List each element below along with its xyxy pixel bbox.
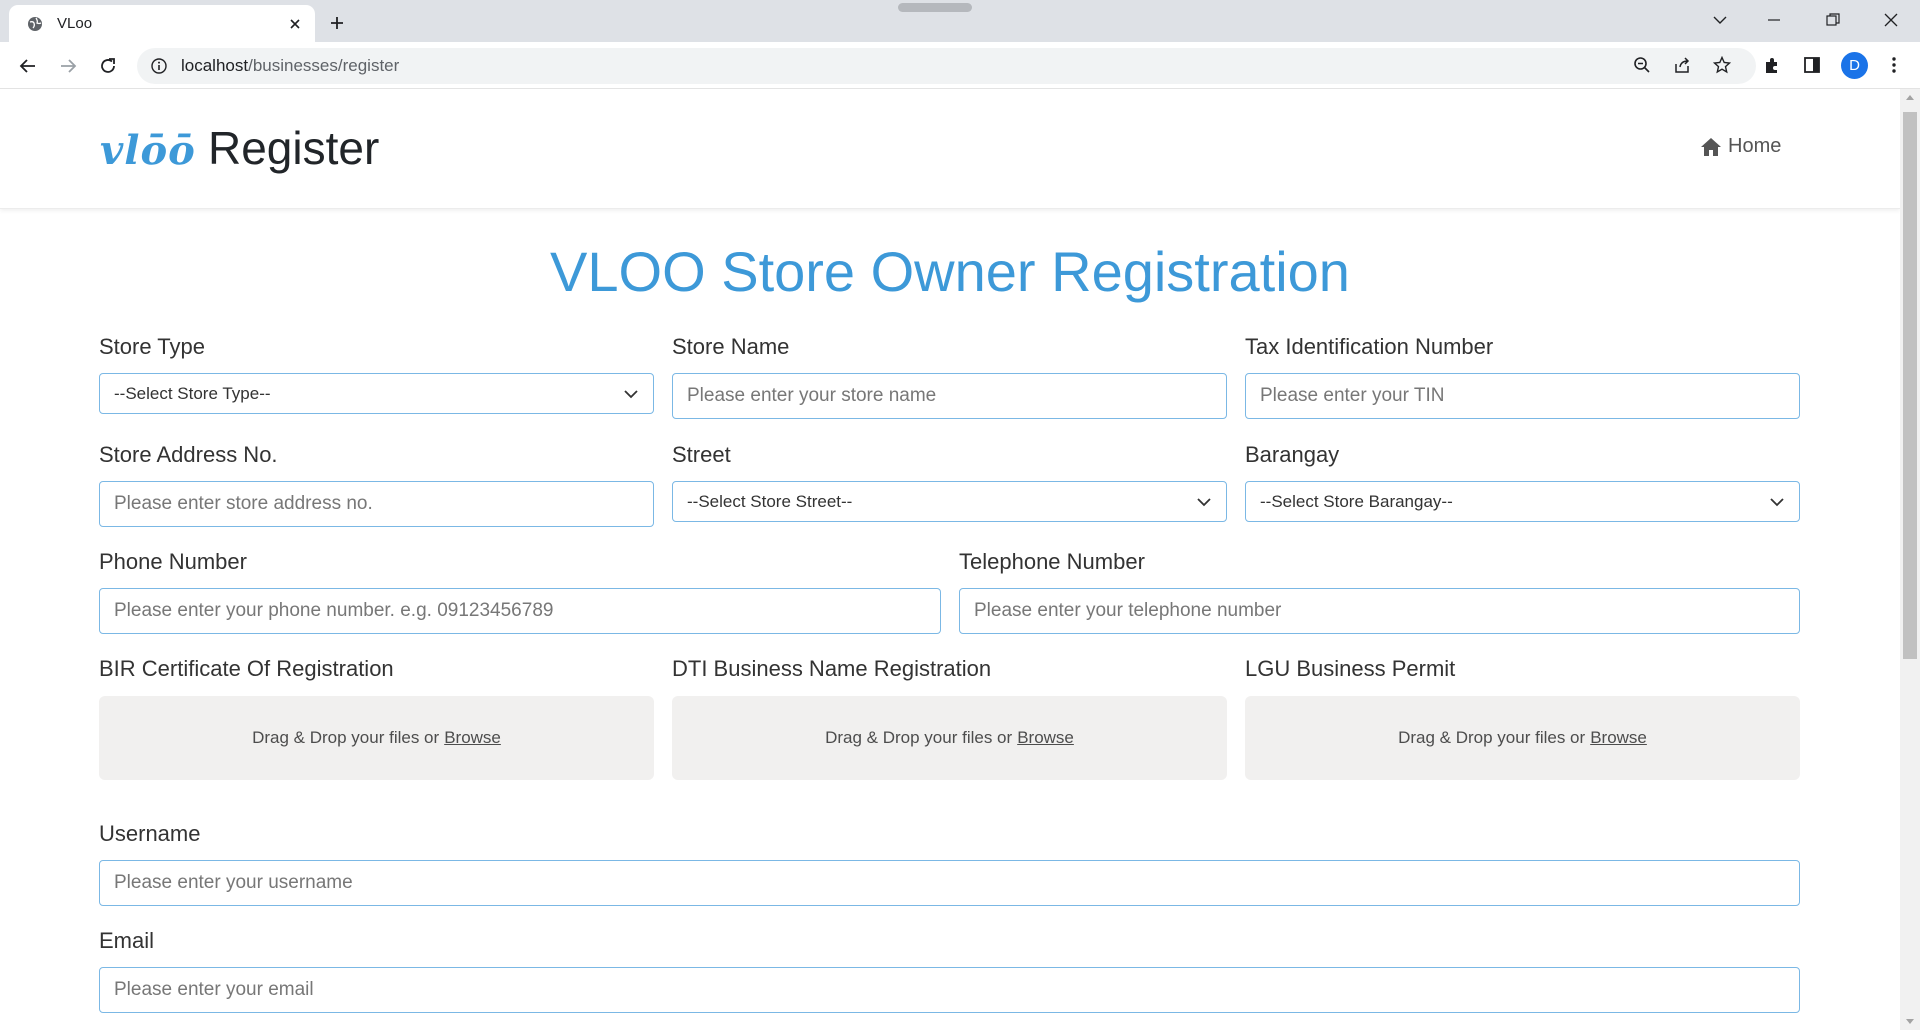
window-drag-handle[interactable] bbox=[898, 3, 972, 12]
page-scrollbar[interactable] bbox=[1900, 89, 1920, 1030]
dti-dropzone[interactable]: Drag & Drop your files or Browse bbox=[672, 696, 1227, 780]
lgu-dropzone[interactable]: Drag & Drop your files or Browse bbox=[1245, 696, 1800, 780]
barangay-selected: --Select Store Barangay-- bbox=[1260, 491, 1453, 511]
dropzone-text: Drag & Drop your files or bbox=[252, 728, 440, 747]
chevron-down-icon bbox=[624, 390, 638, 399]
back-icon[interactable] bbox=[12, 50, 44, 82]
store-type-selected: --Select Store Type-- bbox=[114, 383, 271, 403]
chevron-down-icon[interactable] bbox=[1697, 0, 1743, 40]
site-logo[interactable]: vlōō bbox=[100, 127, 196, 174]
home-label: Home bbox=[1728, 135, 1782, 157]
street-select[interactable]: --Select Store Street-- bbox=[672, 481, 1227, 522]
tin-input[interactable]: Please enter your TIN bbox=[1245, 373, 1800, 419]
username-input[interactable]: Please enter your username bbox=[99, 860, 1800, 906]
phone-label: Phone Number bbox=[99, 549, 247, 574]
dti-label: DTI Business Name Registration bbox=[672, 656, 992, 681]
info-icon[interactable] bbox=[149, 56, 169, 76]
store-type-label: Store Type bbox=[99, 334, 205, 359]
menu-icon[interactable] bbox=[1879, 50, 1909, 80]
window-close-icon[interactable] bbox=[1868, 0, 1914, 40]
scroll-up-icon[interactable] bbox=[1906, 95, 1914, 100]
scroll-down-icon[interactable] bbox=[1906, 1019, 1914, 1024]
extensions-icon[interactable] bbox=[1757, 50, 1787, 80]
store-type-select[interactable]: --Select Store Type-- bbox=[99, 373, 654, 414]
home-icon bbox=[1700, 136, 1722, 158]
street-label: Street bbox=[672, 442, 731, 467]
email-label: Email bbox=[99, 928, 155, 953]
phone-input[interactable]: Please enter your phone number. e.g. 091… bbox=[99, 588, 941, 634]
plus-icon[interactable] bbox=[322, 8, 352, 38]
telephone-input[interactable]: Please enter your telephone number bbox=[959, 588, 1800, 634]
bir-dropzone[interactable]: Drag & Drop your files or Browse bbox=[99, 696, 654, 780]
url-host: localhost bbox=[181, 56, 249, 75]
dropzone-text: Drag & Drop your files or bbox=[825, 728, 1013, 747]
chevron-down-icon bbox=[1770, 498, 1784, 507]
profile-avatar[interactable]: D bbox=[1841, 52, 1868, 79]
scroll-thumb[interactable] bbox=[1903, 112, 1917, 659]
email-input[interactable]: Please enter your email bbox=[99, 967, 1800, 1013]
zoom-icon[interactable] bbox=[1627, 50, 1657, 80]
tin-label: Tax Identification Number bbox=[1245, 334, 1494, 359]
minimize-icon[interactable] bbox=[1751, 0, 1797, 40]
username-label: Username bbox=[99, 821, 201, 846]
tab-title: VLoo bbox=[57, 15, 93, 32]
address-no-label: Store Address No. bbox=[99, 442, 278, 467]
chevron-down-icon bbox=[1197, 498, 1211, 507]
star-icon[interactable] bbox=[1707, 50, 1737, 80]
browse-link[interactable]: Browse bbox=[1017, 728, 1074, 748]
restore-icon[interactable] bbox=[1810, 0, 1856, 40]
page-title: VLOO Store Owner Registration bbox=[550, 240, 1350, 303]
page-viewport: vlōō Register Home VLOO Store Owner Regi… bbox=[0, 89, 1900, 1030]
browser-tab-bar: VLoo bbox=[0, 0, 1920, 42]
address-bar[interactable]: localhost/businesses/register bbox=[137, 48, 1756, 84]
browser-toolbar: localhost/businesses/register bbox=[0, 42, 1920, 89]
browse-link[interactable]: Browse bbox=[1590, 728, 1647, 748]
barangay-label: Barangay bbox=[1245, 442, 1340, 467]
barangay-select[interactable]: --Select Store Barangay-- bbox=[1245, 481, 1800, 522]
globe-icon bbox=[25, 14, 45, 34]
street-selected: --Select Store Street-- bbox=[687, 491, 853, 511]
browse-link[interactable]: Browse bbox=[444, 728, 501, 748]
store-name-label: Store Name bbox=[672, 334, 790, 359]
forward-icon[interactable] bbox=[52, 50, 84, 82]
share-icon[interactable] bbox=[1667, 50, 1697, 80]
address-no-input[interactable]: Please enter store address no. bbox=[99, 481, 654, 527]
sidepanel-icon[interactable] bbox=[1797, 50, 1827, 80]
bir-label: BIR Certificate Of Registration bbox=[99, 656, 394, 681]
browser-tab[interactable]: VLoo bbox=[9, 5, 315, 42]
home-link[interactable]: Home bbox=[1700, 135, 1781, 158]
url-text[interactable]: localhost/businesses/register bbox=[181, 56, 399, 76]
reload-icon[interactable] bbox=[92, 50, 124, 82]
dropzone-text: Drag & Drop your files or bbox=[1398, 728, 1586, 747]
header-title: Register bbox=[208, 122, 380, 174]
url-path: /businesses/register bbox=[248, 56, 400, 75]
site-header: vlōō Register Home bbox=[0, 89, 1900, 209]
close-icon[interactable] bbox=[285, 14, 305, 34]
telephone-label: Telephone Number bbox=[959, 549, 1145, 574]
store-name-input[interactable]: Please enter your store name bbox=[672, 373, 1227, 419]
lgu-label: LGU Business Permit bbox=[1245, 656, 1456, 681]
